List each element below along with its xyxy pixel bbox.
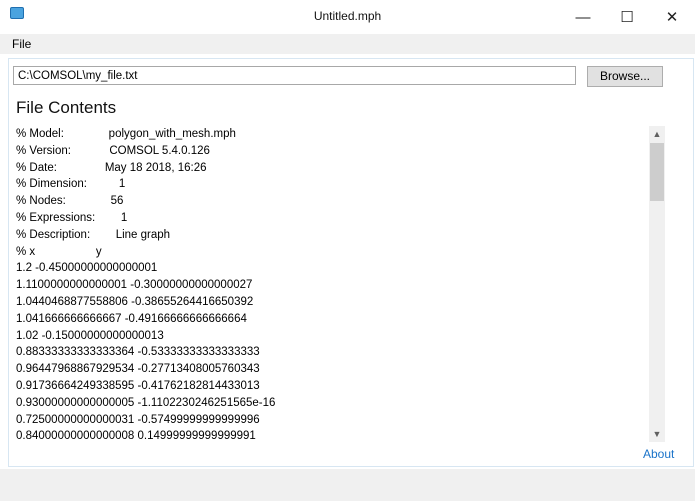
content-line: 0.72500000000000031 -0.57499999999999996 [16, 413, 260, 426]
content-line: % Description: Line graph [16, 228, 171, 241]
scroll-up-icon[interactable]: ▲ [649, 126, 665, 142]
content-line: % Version: COMSOL 5.4.0.126 [16, 144, 210, 157]
content-line: 0.88333333333333364 -0.53333333333333333 [16, 346, 260, 359]
status-bar [0, 469, 695, 501]
content-line: % Nodes: 56 [16, 195, 124, 208]
content-line: 1.02 -0.15000000000000013 [16, 329, 164, 342]
content-line: % Date: May 18 2018, 16:26 [16, 161, 207, 174]
content-line: 0.93000000000000005 -1.1102230246251565e… [16, 396, 276, 409]
close-button[interactable]: ✕ [649, 0, 695, 34]
content-line: 1.041666666666667 -0.49166666666666664 [16, 312, 247, 325]
content-line: % Expressions: 1 [16, 211, 128, 224]
scroll-down-icon[interactable]: ▼ [649, 426, 665, 442]
content-line: % Dimension: 1 [16, 178, 126, 191]
content-line: % x y [16, 245, 102, 258]
file-path-input[interactable] [13, 66, 576, 85]
browse-button[interactable]: Browse... [587, 66, 663, 87]
content-line: 0.91736664249338595 -0.41762182814433013 [16, 379, 260, 392]
content-line: % Model: polygon_with_mesh.mph [16, 128, 236, 140]
menu-bar: File [0, 34, 695, 54]
scrollbar-thumb[interactable] [650, 143, 664, 201]
maximize-button[interactable]: ☐ [604, 0, 650, 34]
content-line: 0.96447968867929534 -0.27713408005760343 [16, 363, 260, 376]
file-contents-heading: File Contents [16, 98, 117, 117]
title-bar: Untitled.mph — ☐ ✕ [0, 0, 695, 34]
content-line: 1.1100000000000001 -0.30000000000000027 [16, 279, 253, 292]
vertical-scrollbar[interactable]: ▲ ▼ [649, 126, 665, 442]
content-line: 1.0440468877558806 -0.38655264416650392 [16, 295, 254, 308]
menu-file[interactable]: File [12, 37, 31, 51]
file-contents-text: % Model: polygon_with_mesh.mph % Version… [16, 126, 644, 442]
minimize-button[interactable]: — [560, 0, 606, 34]
about-link[interactable]: About [643, 447, 674, 461]
content-line: 0.84000000000000008 0.14999999999999991 [16, 430, 256, 442]
content-line: 1.2 -0.45000000000000001 [16, 262, 158, 275]
